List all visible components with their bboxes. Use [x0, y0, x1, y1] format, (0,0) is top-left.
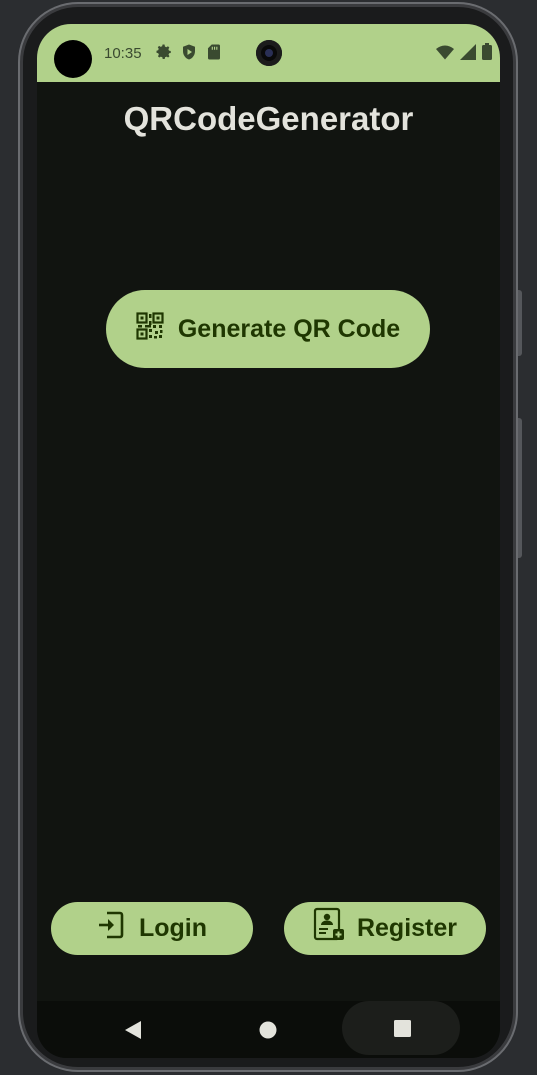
wifi-icon	[436, 44, 454, 65]
navigation-bar	[37, 1001, 500, 1058]
status-icons-right	[436, 43, 492, 65]
qr-code-icon	[136, 311, 164, 347]
battery-icon	[482, 43, 492, 65]
front-camera	[256, 40, 282, 66]
status-bar: 10:35	[37, 24, 500, 82]
signal-icon	[460, 43, 476, 65]
camera-cutout	[54, 40, 92, 78]
login-icon	[97, 910, 125, 947]
volume-button	[518, 290, 522, 356]
generate-qr-label: Generate QR Code	[177, 314, 401, 343]
register-label: Register	[356, 914, 458, 942]
generate-qr-button[interactable]: Generate QR Code	[106, 290, 430, 368]
home-icon[interactable]	[259, 1021, 277, 1044]
settings-icon	[155, 43, 173, 61]
back-icon[interactable]	[125, 1021, 141, 1044]
login-button[interactable]: Login	[51, 902, 253, 955]
register-icon	[313, 907, 347, 950]
app-title: QRCodeGenerator	[123, 100, 414, 137]
status-time: 10:35	[104, 45, 142, 62]
login-label: Login	[138, 914, 208, 942]
recents-icon[interactable]	[394, 1020, 411, 1042]
screen: 10:35 QRCodeGenerator Generate QR Code L…	[37, 24, 500, 1058]
shield-play-icon	[180, 43, 198, 61]
sd-card-icon	[205, 43, 223, 61]
power-button	[518, 418, 522, 558]
status-icons-left	[155, 43, 223, 61]
register-button[interactable]: Register	[284, 902, 486, 955]
